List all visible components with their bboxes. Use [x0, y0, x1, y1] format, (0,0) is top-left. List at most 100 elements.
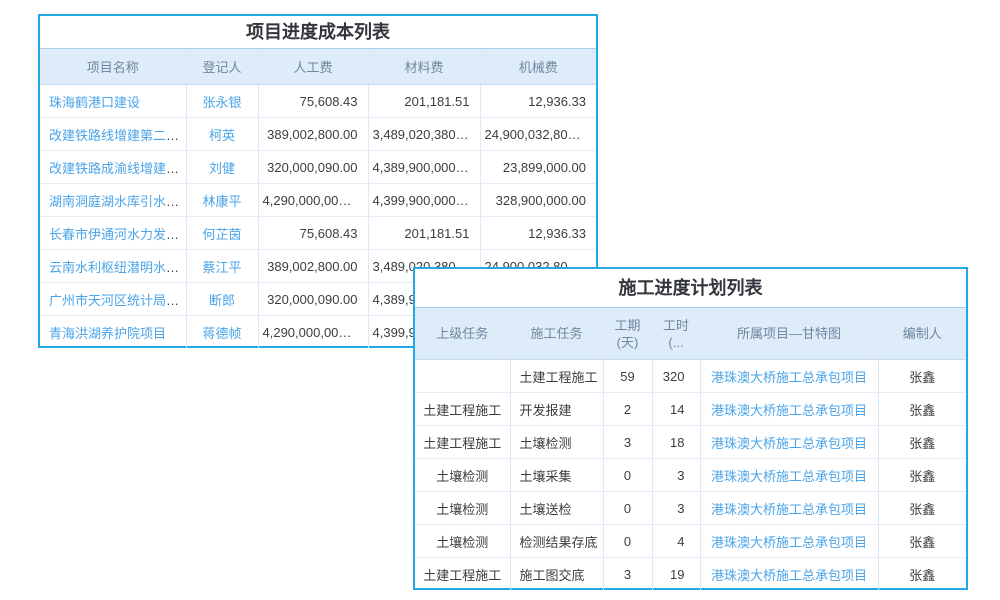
registrant-link[interactable]: 蒋德帧: [202, 326, 241, 341]
col-header-material: 材料费: [368, 49, 480, 85]
col-header-duration: 工期 (天): [603, 308, 652, 360]
table-row: 长春市伊通河水力发电... 何芷茵 75,608.43 201,181.51 1…: [40, 217, 596, 250]
parent-task-cell: [415, 360, 510, 393]
col-header-registrant: 登记人: [186, 49, 258, 85]
task-cell: 土建工程施工: [510, 360, 603, 393]
project-link[interactable]: 云南水利枢纽潜明水库...: [49, 260, 186, 275]
hours-cell: 19: [652, 558, 700, 591]
table-row: 土壤检测 土壤送检 0 3 港珠澳大桥施工总承包项目 张鑫: [415, 492, 966, 525]
table-row: 改建铁路成渝线增建第... 刘健 320,000,090.00 4,389,90…: [40, 151, 596, 184]
material-cost-cell: 4,399,900,000.00: [368, 184, 480, 217]
task-cell: 施工图交底: [510, 558, 603, 591]
project-link[interactable]: 改建铁路成渝线增建第...: [49, 161, 186, 176]
labor-cost-cell: 4,290,000,000.00: [258, 316, 368, 349]
registrant-link[interactable]: 何芷茵: [202, 227, 241, 242]
parent-task-cell: 土建工程施工: [415, 558, 510, 591]
plan-table-panel: 施工进度计划列表 上级任务 施工任务 工期 (天) 工时 (... 所属项目—甘…: [413, 267, 968, 590]
col-header-labor: 人工费: [258, 49, 368, 85]
machine-cost-cell: 12,936.33: [480, 85, 596, 118]
author-cell: 张鑫: [878, 459, 966, 492]
project-link[interactable]: 改建铁路线增建第二线...: [49, 128, 186, 143]
labor-cost-cell: 75,608.43: [258, 217, 368, 250]
material-cost-cell: 201,181.51: [368, 217, 480, 250]
plan-table: 上级任务 施工任务 工期 (天) 工时 (... 所属项目—甘特图 编制人 土建…: [415, 307, 966, 591]
col-header-gantt: 所属项目—甘特图: [700, 308, 878, 360]
table-row: 珠海鹤港口建设 张永银 75,608.43 201,181.51 12,936.…: [40, 85, 596, 118]
table-row: 土壤检测 检测结果存底 0 4 港珠澳大桥施工总承包项目 张鑫: [415, 525, 966, 558]
hours-cell: 18: [652, 426, 700, 459]
table-row: 改建铁路线增建第二线... 柯英 389,002,800.00 3,489,02…: [40, 118, 596, 151]
parent-task-cell: 土建工程施工: [415, 426, 510, 459]
material-cost-cell: 201,181.51: [368, 85, 480, 118]
task-cell: 检测结果存底: [510, 525, 603, 558]
project-link[interactable]: 广州市天河区统计局机...: [49, 293, 186, 308]
cost-table-header-row: 项目名称 登记人 人工费 材料费 机械费: [40, 49, 596, 85]
hours-cell: 3: [652, 492, 700, 525]
author-cell: 张鑫: [878, 525, 966, 558]
duration-cell: 0: [603, 525, 652, 558]
project-link[interactable]: 长春市伊通河水力发电...: [49, 227, 186, 242]
machine-cost-cell: 23,899,000.00: [480, 151, 596, 184]
registrant-link[interactable]: 柯英: [209, 128, 235, 143]
gantt-link[interactable]: 港珠澳大桥施工总承包项目: [711, 502, 867, 517]
hours-cell: 320: [652, 360, 700, 393]
task-cell: 土壤采集: [510, 459, 603, 492]
gantt-link[interactable]: 港珠澳大桥施工总承包项目: [711, 469, 867, 484]
parent-task-cell: 土壤检测: [415, 492, 510, 525]
plan-table-title: 施工进度计划列表: [415, 269, 966, 307]
table-row: 土建工程施工 开发报建 2 14 港珠澳大桥施工总承包项目 张鑫: [415, 393, 966, 426]
gantt-link[interactable]: 港珠澳大桥施工总承包项目: [711, 535, 867, 550]
registrant-link[interactable]: 蔡江平: [202, 260, 241, 275]
material-cost-cell: 4,389,900,000.00: [368, 151, 480, 184]
labor-cost-cell: 320,000,090.00: [258, 151, 368, 184]
registrant-link[interactable]: 刘健: [209, 161, 235, 176]
hours-cell: 14: [652, 393, 700, 426]
labor-cost-cell: 320,000,090.00: [258, 283, 368, 316]
author-cell: 张鑫: [878, 426, 966, 459]
gantt-link[interactable]: 港珠澳大桥施工总承包项目: [711, 370, 867, 385]
registrant-link[interactable]: 断郎: [209, 293, 235, 308]
col-header-author: 编制人: [878, 308, 966, 360]
machine-cost-cell: 12,936.33: [480, 217, 596, 250]
duration-cell: 2: [603, 393, 652, 426]
duration-cell: 59: [603, 360, 652, 393]
labor-cost-cell: 75,608.43: [258, 85, 368, 118]
hours-cell: 3: [652, 459, 700, 492]
cost-table-title: 项目进度成本列表: [40, 16, 596, 48]
col-header-hours: 工时 (...: [652, 308, 700, 360]
task-cell: 土壤检测: [510, 426, 603, 459]
gantt-link[interactable]: 港珠澳大桥施工总承包项目: [711, 403, 867, 418]
author-cell: 张鑫: [878, 393, 966, 426]
labor-cost-cell: 4,290,000,000.00: [258, 184, 368, 217]
gantt-link[interactable]: 港珠澳大桥施工总承包项目: [711, 568, 867, 583]
duration-cell: 3: [603, 426, 652, 459]
author-cell: 张鑫: [878, 360, 966, 393]
col-header-project: 项目名称: [40, 49, 186, 85]
parent-task-cell: 土建工程施工: [415, 393, 510, 426]
project-link[interactable]: 珠海鹤港口建设: [49, 95, 140, 110]
duration-cell: 0: [603, 459, 652, 492]
duration-cell: 3: [603, 558, 652, 591]
duration-cell: 0: [603, 492, 652, 525]
table-row: 湖南洞庭湖水库引水工... 林康平 4,290,000,000.00 4,399…: [40, 184, 596, 217]
machine-cost-cell: 24,900,032,800.00: [480, 118, 596, 151]
task-cell: 土壤送检: [510, 492, 603, 525]
task-cell: 开发报建: [510, 393, 603, 426]
project-link[interactable]: 青海洪湖养护院项目: [49, 326, 166, 341]
author-cell: 张鑫: [878, 558, 966, 591]
parent-task-cell: 土壤检测: [415, 525, 510, 558]
author-cell: 张鑫: [878, 492, 966, 525]
hours-cell: 4: [652, 525, 700, 558]
table-row: 土建工程施工 土壤检测 3 18 港珠澳大桥施工总承包项目 张鑫: [415, 426, 966, 459]
labor-cost-cell: 389,002,800.00: [258, 250, 368, 283]
table-row: 土建工程施工 59 320 港珠澳大桥施工总承包项目 张鑫: [415, 360, 966, 393]
machine-cost-cell: 328,900,000.00: [480, 184, 596, 217]
registrant-link[interactable]: 林康平: [202, 194, 241, 209]
col-header-machine: 机械费: [480, 49, 596, 85]
registrant-link[interactable]: 张永银: [202, 95, 241, 110]
labor-cost-cell: 389,002,800.00: [258, 118, 368, 151]
gantt-link[interactable]: 港珠澳大桥施工总承包项目: [711, 436, 867, 451]
project-link[interactable]: 湖南洞庭湖水库引水工...: [49, 194, 186, 209]
material-cost-cell: 3,489,020,380.00: [368, 118, 480, 151]
parent-task-cell: 土壤检测: [415, 459, 510, 492]
